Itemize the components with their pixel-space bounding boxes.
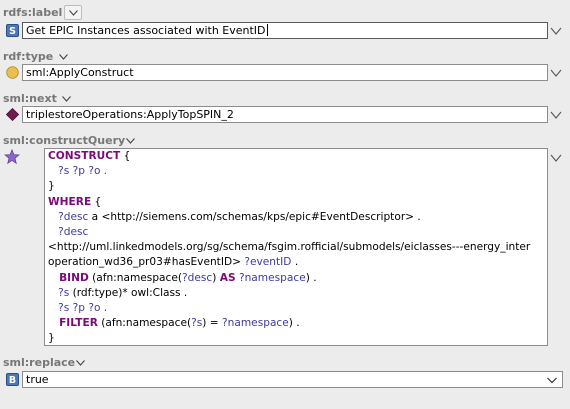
property-rdfs-label: rdfs:label S Get EPIC Instances associat… [0, 0, 570, 42]
query-line: } [48, 179, 545, 194]
query-variable: ?s ?p ?o . [48, 301, 108, 314]
class-type-icon [6, 66, 19, 79]
query-text: a <http://siemens.com/schemas/kps/epic#E… [88, 210, 421, 223]
query-keyword: WHERE [48, 195, 92, 208]
query-variable: ?s ?p ?o . [48, 165, 108, 178]
construct-query-editor[interactable]: CONSTRUCT { ?s ?p ?o .} WHERE { ?desc a <… [44, 148, 548, 346]
row-menu-arrow-icon[interactable] [550, 25, 562, 37]
row-menu-arrow-icon[interactable] [550, 109, 562, 121]
query-line: operation_wd36_pr03#hasEventID> ?eventID… [48, 255, 545, 270]
property-label: rdf:type [3, 50, 54, 63]
query-variable: ?namespace [222, 317, 289, 330]
string-type-icon: S [6, 24, 19, 37]
rdf-type-field[interactable]: sml:ApplyConstruct [22, 64, 548, 81]
query-text: (afn:namespace( [88, 271, 183, 284]
instance-type-icon [6, 108, 19, 121]
property-menu-button[interactable] [121, 133, 139, 148]
property-label: sml:next [3, 92, 57, 105]
query-text: operation_wd36_pr03#hasEventID> [48, 256, 245, 269]
query-text: } [48, 332, 55, 345]
query-line: ?s ?p ?o . [48, 301, 545, 316]
property-label: sml:constructQuery [3, 134, 126, 147]
query-variable: ?desc [182, 271, 213, 284]
property-menu-button[interactable] [54, 49, 72, 64]
field-value: sml:ApplyConstruct [26, 66, 134, 79]
svg-text:S: S [9, 26, 16, 37]
query-text: . [291, 256, 299, 269]
chevron-down-icon [61, 96, 71, 102]
chevron-down-icon [547, 377, 557, 384]
property-menu-button[interactable] [64, 5, 82, 20]
row-menu-arrow-icon[interactable] [550, 152, 562, 164]
query-text: ) = [202, 317, 223, 330]
property-rdf-type: rdf:type sml:ApplyConstruct [0, 45, 570, 85]
query-variable: ?s [48, 286, 70, 299]
query-variable: ?desc [48, 210, 89, 223]
chevron-down-icon [125, 138, 135, 144]
chevron-down-icon [75, 360, 85, 366]
field-value: Get EPIC Instances associated with Event… [26, 24, 266, 37]
property-label: rdfs:label [3, 6, 63, 19]
query-variable: ?desc [48, 225, 89, 238]
property-menu-button[interactable] [57, 91, 75, 106]
field-value: triplestoreOperations:ApplyTopSPIN_2 [26, 108, 234, 121]
query-line: BIND (afn:namespace(?desc) AS ?namespace… [48, 271, 545, 286]
sml-next-field[interactable]: triplestoreOperations:ApplyTopSPIN_2 [22, 106, 548, 123]
query-line: ?s ?p ?o . [48, 164, 545, 179]
select-value: true [26, 373, 49, 386]
chevron-down-icon [58, 54, 68, 60]
query-text: } [48, 180, 55, 193]
query-line: ?desc a <http://siemens.com/schemas/kps/… [48, 210, 545, 225]
query-keyword: BIND [48, 271, 89, 284]
query-keyword: FILTER [48, 317, 98, 330]
query-text: ) . [288, 317, 300, 330]
text-caret [266, 24, 268, 36]
query-text: (afn:namespace( [97, 317, 192, 330]
property-label: sml:replace [3, 356, 76, 369]
boolean-type-icon: B [6, 373, 19, 386]
property-menu-button[interactable] [71, 355, 89, 370]
query-line: ?desc [48, 225, 545, 240]
query-line: } [48, 331, 545, 345]
query-keyword: CONSTRUCT [48, 150, 121, 162]
svg-text:B: B [9, 375, 16, 386]
sml-replace-select[interactable]: true [22, 371, 563, 388]
query-text: <http://uml.linkedmodels.org/sg/schema/f… [48, 241, 531, 254]
query-line: CONSTRUCT { [48, 149, 545, 164]
query-text: ) [212, 271, 220, 284]
chevron-down-icon [68, 10, 78, 16]
rdfs-label-field[interactable]: Get EPIC Instances associated with Event… [22, 22, 548, 39]
query-line: ?s (rdf:type)* owl:Class . [48, 286, 545, 301]
query-text: ) . [305, 271, 317, 284]
spin-query-icon [4, 149, 20, 165]
query-line: WHERE { [48, 195, 545, 210]
row-menu-arrow-icon[interactable] [550, 67, 562, 79]
query-text: { [120, 150, 131, 162]
query-text: { [91, 195, 102, 208]
query-keyword: AS [219, 271, 236, 284]
query-line: FILTER (afn:namespace(?s) = ?namespace) … [48, 316, 545, 331]
query-line: <http://uml.linkedmodels.org/sg/schema/f… [48, 240, 545, 255]
property-sml-next: sml:next triplestoreOperations:ApplyTopS… [0, 87, 570, 127]
query-variable: ?eventID [244, 256, 292, 269]
query-text: (rdf:type)* owl:Class . [69, 286, 188, 299]
query-variable: ?namespace [238, 271, 306, 284]
query-variable: ?s [191, 317, 203, 330]
